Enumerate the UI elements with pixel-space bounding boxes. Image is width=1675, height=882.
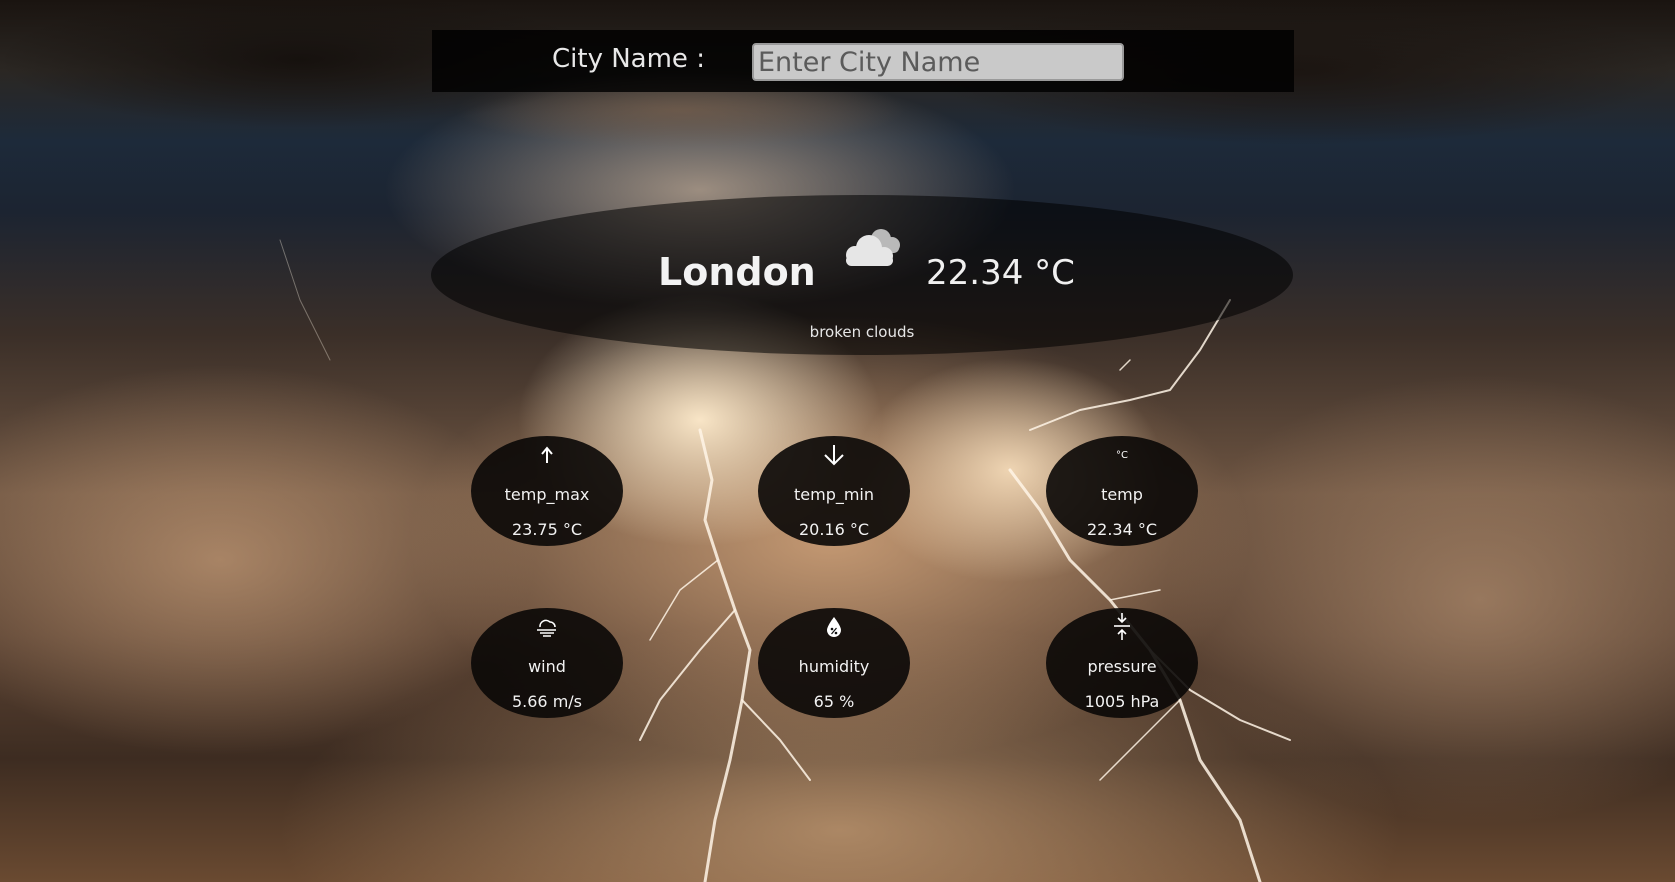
stat-value: 5.66 m/s [511, 692, 583, 711]
stat-label: temp_min [793, 485, 875, 504]
stat-label: humidity [798, 657, 870, 676]
city-name-input[interactable] [752, 43, 1124, 81]
stat-value: 20.16 °C [798, 520, 870, 539]
stat-label: wind [528, 657, 566, 676]
current-weather-card: London 22.34 °C broken clouds [431, 195, 1293, 355]
current-temperature: 22.34 °C [926, 253, 1075, 293]
stat-temp-max: temp_max 23.75 °C [471, 436, 623, 546]
stat-value: 65 % [813, 692, 855, 711]
weather-description: broken clouds [809, 323, 915, 341]
broken-clouds-icon [846, 229, 900, 266]
wind-icon [527, 614, 567, 640]
pressure-icon [1102, 613, 1142, 640]
stat-label: temp_max [504, 485, 590, 504]
stat-wind: wind 5.66 m/s [471, 608, 623, 718]
weather-app: City Name : London 22.34 °C broken cloud… [0, 0, 1675, 882]
stat-temp-min: temp_min 20.16 °C [758, 436, 910, 546]
city-name: London [658, 250, 816, 294]
stat-value: 22.34 °C [1086, 520, 1158, 539]
arrow-down-icon [814, 442, 854, 468]
stat-pressure: pressure 1005 hPa [1046, 608, 1198, 718]
humidity-drop-icon [814, 614, 854, 640]
search-bar: City Name : [432, 30, 1294, 92]
stat-value: 1005 hPa [1084, 692, 1160, 711]
city-name-label: City Name : [552, 44, 705, 74]
arrow-up-icon [527, 442, 567, 468]
stat-humidity: humidity 65 % [758, 608, 910, 718]
celsius-icon: °C [1116, 449, 1128, 461]
stat-temp: °C temp 22.34 °C [1046, 436, 1198, 546]
stat-label: temp [1101, 485, 1143, 504]
stat-value: 23.75 °C [511, 520, 583, 539]
stat-label: pressure [1087, 657, 1157, 676]
